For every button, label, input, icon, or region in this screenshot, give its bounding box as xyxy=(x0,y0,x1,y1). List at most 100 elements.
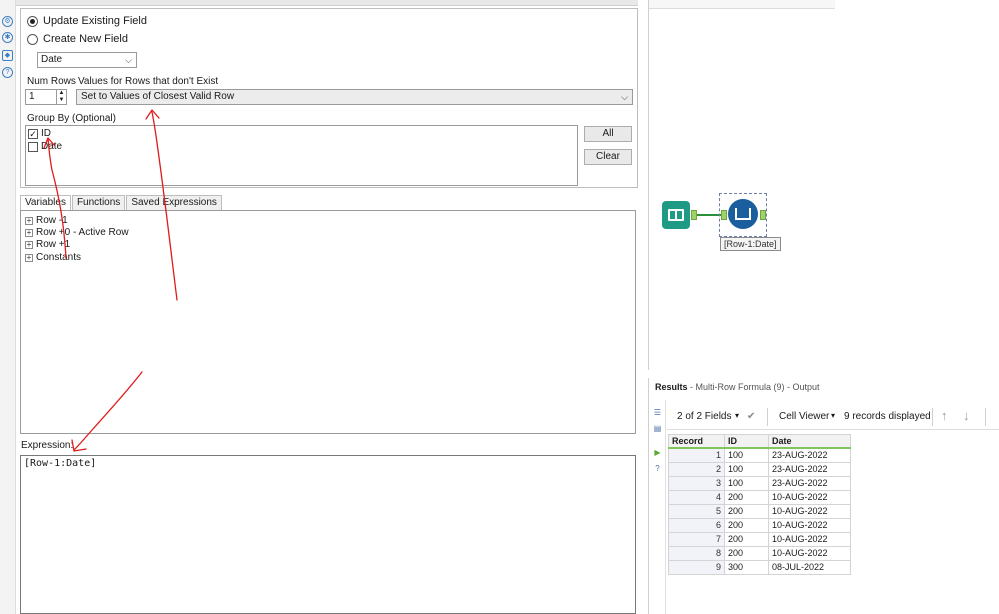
date-cell[interactable]: 10-AUG-2022 xyxy=(768,531,851,547)
record-cell[interactable]: 5 xyxy=(668,503,725,519)
values-dropdown-value: Set to Values of Closest Valid Row xyxy=(81,91,235,102)
id-cell[interactable]: 200 xyxy=(724,517,769,533)
group-item-date[interactable]: Date xyxy=(28,141,62,152)
connection-line[interactable] xyxy=(697,214,721,216)
checkmark-icon[interactable]: ✔ xyxy=(747,411,755,422)
all-button[interactable]: All xyxy=(584,126,632,142)
table-row[interactable]: 5 200 10-AUG-2022 xyxy=(668,503,851,519)
num-rows-label: Num Rows xyxy=(27,76,76,87)
table-row[interactable]: 2 100 23-AUG-2022 xyxy=(668,461,851,477)
checkbox-unchecked-icon[interactable] xyxy=(28,141,38,152)
toolbar-divider xyxy=(767,408,768,426)
create-new-radio[interactable]: Create New Field xyxy=(27,33,128,45)
record-cell[interactable]: 3 xyxy=(668,475,725,491)
expression-editor[interactable]: [Row-1:Date] xyxy=(20,455,636,614)
record-cell[interactable]: 8 xyxy=(668,545,725,561)
radio-unselected-icon[interactable] xyxy=(27,33,38,45)
group-item-label: ID xyxy=(41,128,51,139)
column-header-id[interactable]: ID xyxy=(724,434,769,449)
date-cell[interactable]: 10-AUG-2022 xyxy=(768,517,851,533)
cell-viewer-selector[interactable]: Cell Viewer xyxy=(779,411,829,422)
multi-row-formula-tool[interactable] xyxy=(728,199,758,229)
arrow-down-icon[interactable]: ↓ xyxy=(963,408,970,423)
date-cell[interactable]: 10-AUG-2022 xyxy=(768,545,851,561)
grid-icon[interactable]: ▤ xyxy=(653,424,662,433)
output-anchor[interactable] xyxy=(760,210,766,220)
id-cell[interactable]: 200 xyxy=(724,531,769,547)
clear-button[interactable]: Clear xyxy=(584,149,632,165)
caret-down-icon[interactable]: ▾ xyxy=(831,411,835,420)
expand-icon[interactable]: + xyxy=(25,253,33,262)
date-cell[interactable]: 08-JUL-2022 xyxy=(768,559,851,575)
help-icon[interactable]: ? xyxy=(653,464,662,473)
workflow-canvas[interactable]: [Row-1:Date] xyxy=(648,0,999,370)
tree-item-row-plus-1[interactable]: + Row +1 xyxy=(25,239,70,250)
fields-selector[interactable]: 2 of 2 Fields xyxy=(677,411,731,422)
date-cell[interactable]: 23-AUG-2022 xyxy=(768,475,851,491)
field-dropdown[interactable]: Date ⌵ xyxy=(37,52,137,68)
id-cell[interactable]: 300 xyxy=(724,559,769,575)
column-header-date[interactable]: Date xyxy=(768,434,851,449)
input-data-tool[interactable] xyxy=(662,201,690,229)
table-row[interactable]: 7 200 10-AUG-2022 xyxy=(668,531,851,547)
group-item-id[interactable]: ✓ ID xyxy=(28,128,51,139)
table-row[interactable]: 3 100 23-AUG-2022 xyxy=(668,475,851,491)
id-cell[interactable]: 100 xyxy=(724,461,769,477)
chevron-down-icon: ⌵ xyxy=(621,92,628,102)
expand-icon[interactable]: + xyxy=(25,240,33,249)
id-cell[interactable]: 100 xyxy=(724,475,769,491)
record-cell[interactable]: 1 xyxy=(668,447,725,463)
data-icon[interactable]: ▶ xyxy=(653,448,662,457)
table-row[interactable]: 1 100 23-AUG-2022 xyxy=(668,447,851,463)
tab-variables[interactable]: Variables xyxy=(20,195,71,211)
id-cell[interactable]: 200 xyxy=(724,545,769,561)
record-cell[interactable]: 6 xyxy=(668,517,725,533)
caret-down-icon[interactable]: ▾ xyxy=(735,411,739,420)
id-cell[interactable]: 200 xyxy=(724,503,769,519)
date-cell[interactable]: 10-AUG-2022 xyxy=(768,503,851,519)
values-dropdown[interactable]: Set to Values of Closest Valid Row ⌵ xyxy=(76,89,633,105)
expression-label: Expression: xyxy=(21,440,74,451)
id-cell[interactable]: 200 xyxy=(724,489,769,505)
arrow-up-icon[interactable]: ↑ xyxy=(941,408,948,423)
record-cell[interactable]: 4 xyxy=(668,489,725,505)
tree-item-row-minus-1[interactable]: + Row -1 xyxy=(25,215,68,226)
table-row[interactable]: 8 200 10-AUG-2022 xyxy=(668,545,851,561)
gear-icon[interactable]: ⚙ xyxy=(2,16,13,27)
date-cell[interactable]: 10-AUG-2022 xyxy=(768,489,851,505)
variables-tree: + Row -1 + Row +0 - Active Row + Row +1 … xyxy=(20,210,636,434)
tab-saved-expressions[interactable]: Saved Expressions xyxy=(126,195,222,210)
column-header-record[interactable]: Record xyxy=(668,434,725,449)
record-cell[interactable]: 7 xyxy=(668,531,725,547)
date-cell[interactable]: 23-AUG-2022 xyxy=(768,461,851,477)
update-existing-label: Update Existing Field xyxy=(43,15,147,27)
table-row[interactable]: 6 200 10-AUG-2022 xyxy=(668,517,851,533)
table-row[interactable]: 9 300 08-JUL-2022 xyxy=(668,559,851,575)
expand-icon[interactable]: + xyxy=(25,228,33,237)
config-title-bar xyxy=(16,0,638,6)
tool-icon[interactable]: ✱ xyxy=(2,32,13,43)
tree-item-row-0[interactable]: + Row +0 - Active Row xyxy=(25,227,129,238)
table-row[interactable]: 4 200 10-AUG-2022 xyxy=(668,489,851,505)
date-cell[interactable]: 23-AUG-2022 xyxy=(768,447,851,463)
record-cell[interactable]: 9 xyxy=(668,559,725,575)
list-icon[interactable]: ☰ xyxy=(653,408,662,417)
checkbox-checked-icon[interactable]: ✓ xyxy=(28,128,38,139)
tree-item-constants[interactable]: + Constants xyxy=(25,252,81,263)
num-rows-stepper[interactable]: 1 ▲ ▼ xyxy=(25,89,67,105)
radio-selected-icon[interactable] xyxy=(27,15,38,27)
spinner-arrows-icon[interactable]: ▲ ▼ xyxy=(56,90,66,104)
id-cell[interactable]: 100 xyxy=(724,447,769,463)
record-cell[interactable]: 2 xyxy=(668,461,725,477)
field-dropdown-value: Date xyxy=(41,54,63,65)
help-icon[interactable]: ? xyxy=(2,67,13,78)
expand-icon[interactable]: + xyxy=(25,216,33,225)
tab-functions[interactable]: Functions xyxy=(71,195,126,210)
toolbar-divider xyxy=(985,408,986,426)
table-header-row: Record ID Date xyxy=(668,434,851,449)
tool-annotation: [Row-1:Date] xyxy=(720,237,781,251)
update-existing-radio[interactable]: Update Existing Field xyxy=(27,15,147,27)
side-icon-rail: ⚙ ✱ ◆ ? xyxy=(0,0,16,614)
book-icon xyxy=(668,209,684,221)
tag-icon[interactable]: ◆ xyxy=(2,50,13,61)
